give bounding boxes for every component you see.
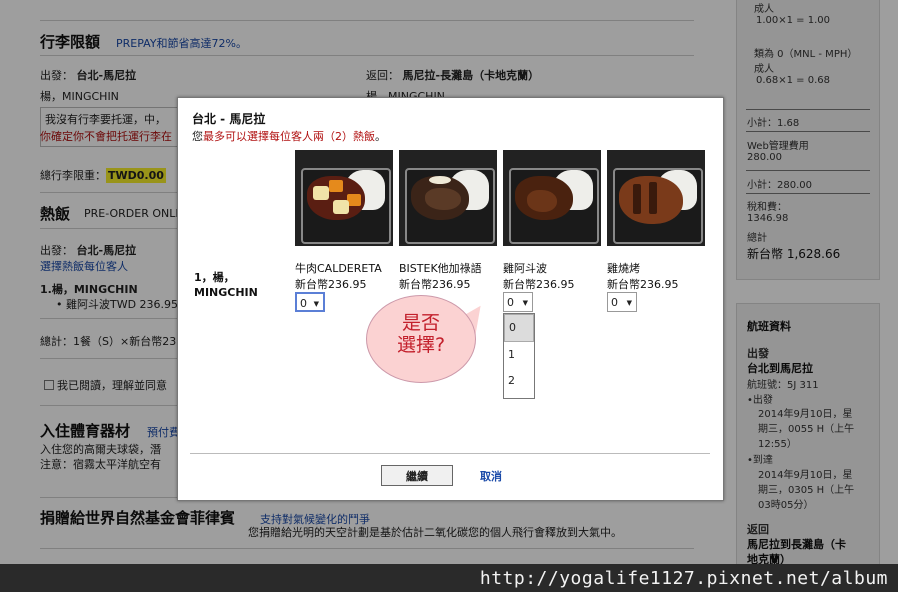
subtitle-limit: 最多可以選擇每位客人兩（2）熱飯 [203, 130, 375, 143]
meal-quantity-select[interactable]: 0 ▼ [295, 292, 325, 312]
quantity-value: 0 [300, 297, 307, 310]
chevron-down-icon: ▼ [313, 300, 319, 308]
passenger-name: 1，楊， MINGCHIN [194, 270, 258, 300]
chevron-down-icon: ▼ [522, 299, 528, 307]
quantity-value: 0 [611, 296, 618, 309]
meal-name: 雞阿斗波 [503, 262, 547, 275]
annotation-line-2: 選擇? [396, 334, 446, 356]
chevron-down-icon: ▼ [626, 299, 632, 307]
subtitle-post: 。 [375, 130, 386, 143]
meal-option-bistek: BISTEK他加祿語 新台幣236.95 [399, 150, 497, 292]
meal-photo [607, 150, 705, 246]
subtitle-pre: 您 [192, 130, 203, 143]
meal-price: 新台幣236.95 [503, 278, 575, 291]
watermark-bar: http://yogalife1127.pixnet.net/album [0, 564, 898, 592]
meal-price: 新台幣236.95 [607, 278, 679, 291]
cancel-button[interactable]: 取消 [480, 468, 502, 484]
meal-quantity-select[interactable]: 0 ▼ [607, 292, 637, 312]
meal-option-caldereta: 牛肉CALDERETA 新台幣236.95 0 ▼ [295, 150, 393, 312]
meal-photo [399, 150, 497, 246]
meal-price: 新台幣236.95 [295, 278, 367, 291]
annotation-line-1: 是否 [401, 312, 440, 334]
dialog-title: 台北 - 馬尼拉 [192, 112, 266, 126]
meal-quantity-select[interactable]: 0 ▼ [503, 292, 533, 312]
passenger-line-2: MINGCHIN [194, 286, 258, 299]
quantity-dropdown-list: 0 1 2 [503, 313, 535, 399]
dialog-subtitle: 您最多可以選擇每位客人兩（2）熱飯。 [192, 128, 386, 144]
meal-name: BISTEK他加祿語 [399, 262, 482, 275]
meal-name: 雞燒烤 [607, 262, 640, 275]
annotation-text: 是否 選擇? [386, 312, 456, 356]
quantity-value: 0 [507, 296, 514, 309]
meal-photo [295, 150, 393, 246]
continue-button[interactable]: 繼續 [381, 465, 453, 486]
dropdown-option[interactable]: 0 [504, 314, 534, 342]
passenger-line-1: 1，楊， [194, 271, 235, 284]
meal-option-grilled-chicken: 雞燒烤 新台幣236.95 0 ▼ [607, 150, 705, 312]
dropdown-option[interactable]: 2 [504, 368, 534, 394]
meal-selection-dialog: 台北 - 馬尼拉 您最多可以選擇每位客人兩（2）熱飯。 1，楊， MINGCHI… [177, 97, 724, 501]
meal-photo [503, 150, 601, 246]
divider [190, 453, 710, 454]
meal-price: 新台幣236.95 [399, 278, 471, 291]
dropdown-option[interactable]: 1 [504, 342, 534, 368]
meal-name: 牛肉CALDERETA [295, 262, 382, 275]
meal-option-adobo: 雞阿斗波 新台幣236.95 0 ▼ [503, 150, 601, 312]
watermark-url: http://yogalife1127.pixnet.net/album [479, 568, 888, 589]
